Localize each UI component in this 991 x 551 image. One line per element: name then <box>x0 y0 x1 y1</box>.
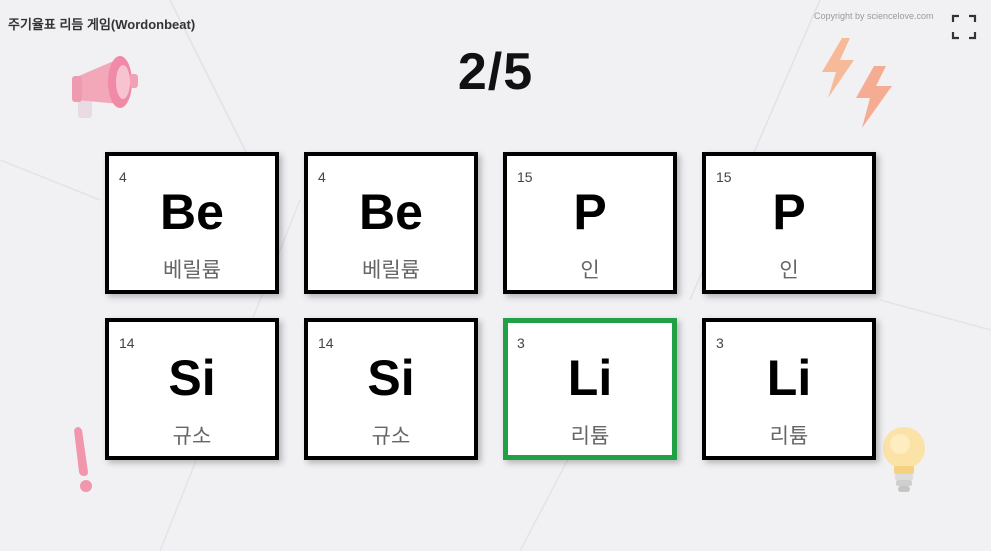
progress-counter: 2/5 <box>457 43 534 101</box>
element-card[interactable]: 15 P 인 <box>503 152 677 294</box>
element-card[interactable]: 3 Li 리튬 <box>702 318 876 460</box>
element-card[interactable]: 4 Be 베릴륨 <box>105 152 279 294</box>
element-symbol: Be <box>160 184 224 240</box>
element-card[interactable]: 14 Si 규소 <box>105 318 279 460</box>
element-card-grid: 4 Be 베릴륨 4 Be 베릴륨 15 P 인 15 P 인 14 Si 규소… <box>105 152 885 467</box>
element-name: 인 <box>580 258 600 282</box>
element-symbol: P <box>772 184 806 240</box>
element-symbol: Li <box>567 350 613 406</box>
element-name: 규소 <box>371 424 411 448</box>
element-symbol: Be <box>359 184 423 240</box>
atomic-number: 4 <box>318 169 326 185</box>
element-card[interactable]: 14 Si 규소 <box>304 318 478 460</box>
exclamation-icon <box>74 427 92 492</box>
game-title: 주기율표 리듬 게임(Wordonbeat) <box>8 17 196 32</box>
element-name: 규소 <box>172 424 212 448</box>
element-symbol: Li <box>766 350 812 406</box>
element-card-selected[interactable]: 3 Li 리튬 <box>503 318 677 460</box>
copyright-text: Copyright by sciencelove.com <box>814 11 934 21</box>
element-symbol: P <box>573 184 607 240</box>
atomic-number: 15 <box>517 169 533 185</box>
atomic-number: 15 <box>716 169 732 185</box>
atomic-number: 3 <box>517 335 525 351</box>
atomic-number: 14 <box>119 335 135 351</box>
element-name: 베릴륨 <box>362 258 420 282</box>
element-name: 리튬 <box>769 424 809 448</box>
fullscreen-icon <box>951 14 977 40</box>
atomic-number: 4 <box>119 169 127 185</box>
fullscreen-button[interactable] <box>951 14 977 40</box>
element-name: 리튬 <box>570 424 610 448</box>
atomic-number: 3 <box>716 335 724 351</box>
element-name: 베릴륨 <box>163 258 221 282</box>
atomic-number: 14 <box>318 335 334 351</box>
element-card[interactable]: 15 P 인 <box>702 152 876 294</box>
element-symbol: Si <box>367 350 415 406</box>
element-card[interactable]: 4 Be 베릴륨 <box>304 152 478 294</box>
element-name: 인 <box>779 258 799 282</box>
element-symbol: Si <box>168 350 216 406</box>
